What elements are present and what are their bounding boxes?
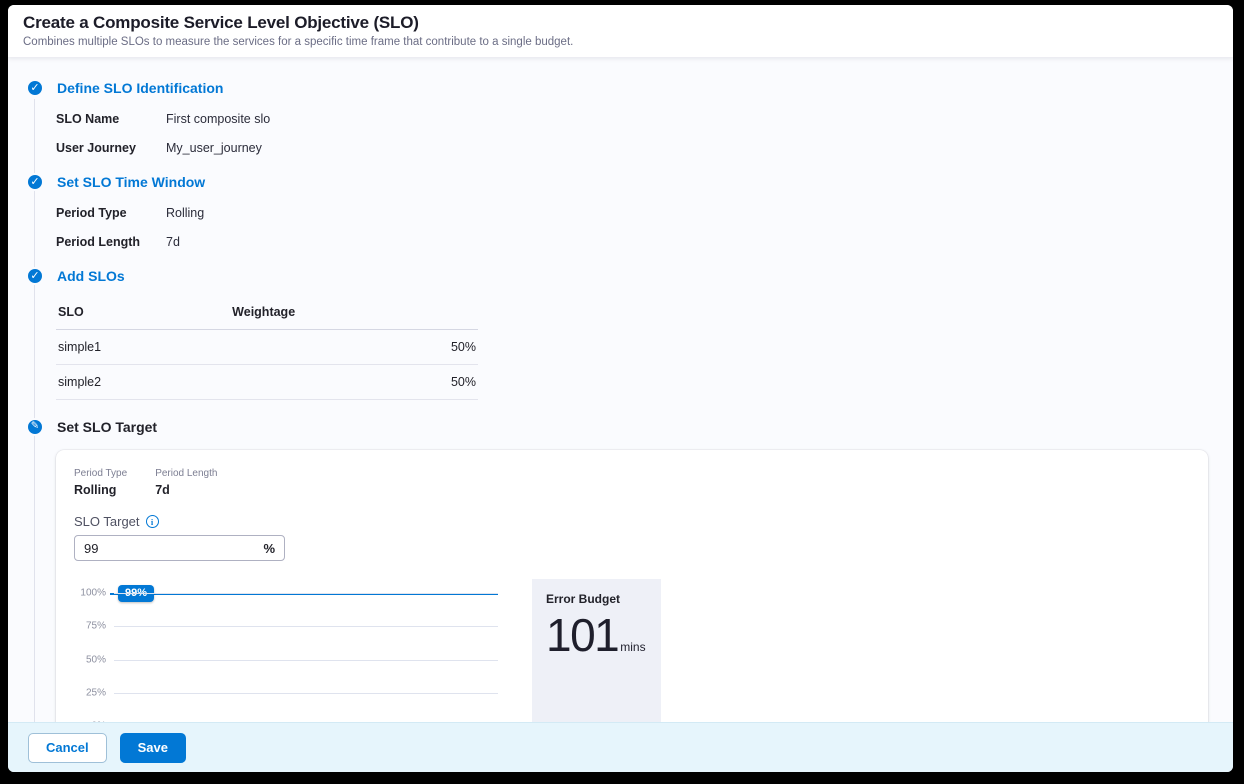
step-set-slo-target[interactable]: ✎ Set SLO Target	[26, 418, 1233, 436]
info-icon[interactable]: i	[146, 515, 159, 528]
y-axis-tick-label: 25%	[74, 687, 106, 698]
y-axis-tick-label: 50%	[74, 654, 106, 665]
weightage-cell: 50%	[230, 330, 478, 365]
page-header: Create a Composite Service Level Objecti…	[8, 5, 1233, 57]
gridline	[114, 593, 498, 594]
step-title: Set SLO Target	[57, 419, 157, 435]
gridline	[114, 660, 498, 661]
weightage-cell: 50%	[230, 365, 478, 400]
slo-target-label-row: SLO Target i	[74, 514, 1190, 529]
period-length-label: Period Length	[155, 468, 217, 479]
step-complete-check-icon: ✓	[26, 173, 44, 191]
step-1-summary: SLO Name First composite slo User Journe…	[56, 111, 1233, 156]
column-header-weightage: Weightage	[230, 299, 478, 330]
slo-target-label: SLO Target	[74, 514, 140, 529]
field-value: Rolling	[166, 205, 204, 221]
field-label: Period Length	[56, 234, 166, 250]
step-2-summary: Period Type Rolling Period Length 7d	[56, 205, 1233, 250]
column-header-slo: SLO	[56, 299, 230, 330]
period-type-value: Rolling	[74, 483, 127, 497]
error-budget-unit: mins	[620, 640, 645, 654]
period-length-value: 7d	[155, 483, 217, 497]
slo-name-cell: simple1	[56, 330, 230, 365]
create-composite-slo-panel: Create a Composite Service Level Objecti…	[8, 5, 1233, 772]
target-chart-row: 99% 100%75%50%25%0% SLI = (SLO1*weightag…	[74, 579, 1190, 722]
target-chart: 99% 100%75%50%25%0% SLI = (SLO1*weightag…	[74, 579, 498, 722]
gridline	[114, 626, 498, 627]
field-period-type: Period Type Rolling	[56, 205, 1233, 221]
step-edit-pencil-icon: ✎	[26, 418, 44, 436]
field-value: First composite slo	[166, 111, 270, 127]
step-complete-check-icon: ✓	[26, 79, 44, 97]
percent-suffix: %	[263, 541, 275, 556]
page-title: Create a Composite Service Level Objecti…	[23, 13, 1217, 33]
table-header-row: SLO Weightage	[56, 299, 478, 330]
field-label: User Journey	[56, 140, 166, 156]
save-button[interactable]: Save	[120, 733, 186, 763]
field-value: My_user_journey	[166, 140, 262, 156]
period-summary: Period Type Rolling Period Length 7d	[74, 468, 1190, 497]
table-row: simple1 50%	[56, 330, 478, 365]
field-slo-name: SLO Name First composite slo	[56, 111, 1233, 127]
step-title: Add SLOs	[57, 268, 125, 284]
step-define-slo-identification[interactable]: ✓ Define SLO Identification	[26, 79, 1233, 97]
error-budget-value: 101	[546, 612, 618, 658]
cancel-button[interactable]: Cancel	[28, 733, 107, 763]
y-axis-tick-label: 75%	[74, 621, 106, 632]
step-complete-check-icon: ✓	[26, 267, 44, 285]
step-title: Define SLO Identification	[57, 80, 223, 96]
field-label: SLO Name	[56, 111, 166, 127]
step-add-slos[interactable]: ✓ Add SLOs	[26, 267, 1233, 285]
period-length-block: Period Length 7d	[155, 468, 217, 497]
error-budget-value-row: 101 mins	[546, 612, 647, 658]
wizard-body: ✓ Define SLO Identification SLO Name Fir…	[8, 57, 1233, 722]
field-user-journey: User Journey My_user_journey	[56, 140, 1233, 156]
slo-name-cell: simple2	[56, 365, 230, 400]
error-budget-label: Error Budget	[546, 592, 647, 606]
period-type-label: Period Type	[74, 468, 127, 479]
action-footer: Cancel Save	[8, 722, 1233, 772]
stepper-connector-line	[34, 99, 35, 722]
slo-target-plot: 99% 100%75%50%25%0%	[74, 579, 498, 722]
field-value: 7d	[166, 234, 180, 250]
slo-target-input[interactable]: 99 %	[74, 535, 285, 561]
gridline	[114, 693, 498, 694]
field-label: Period Type	[56, 205, 166, 221]
y-axis-tick-label: 100%	[74, 588, 106, 599]
slo-target-card: Period Type Rolling Period Length 7d SLO…	[56, 450, 1208, 722]
page-subtitle: Combines multiple SLOs to measure the se…	[23, 36, 1217, 48]
period-type-block: Period Type Rolling	[74, 468, 127, 497]
field-period-length: Period Length 7d	[56, 234, 1233, 250]
table-row: simple2 50%	[56, 365, 478, 400]
step-set-slo-time-window[interactable]: ✓ Set SLO Time Window	[26, 173, 1233, 191]
slo-weightage-table: SLO Weightage simple1 50% simple2 50%	[56, 299, 478, 400]
slo-target-input-value: 99	[84, 541, 98, 556]
step-title: Set SLO Time Window	[57, 174, 205, 190]
error-budget-card: Error Budget 101 mins	[532, 579, 661, 722]
